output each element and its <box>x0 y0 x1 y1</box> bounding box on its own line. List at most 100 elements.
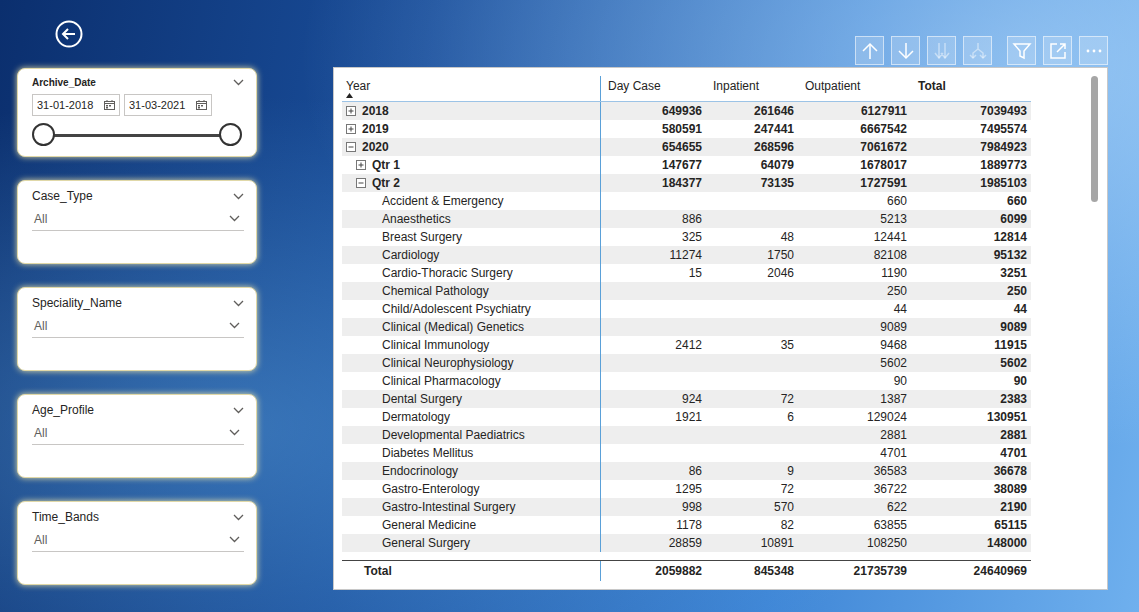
visual-toolbar <box>333 0 1108 67</box>
column-header[interactable]: Inpatient <box>706 76 798 101</box>
value-cell: 86 <box>601 462 706 480</box>
calendar-icon[interactable] <box>196 100 207 110</box>
row-label[interactable]: Qtr 2 <box>342 174 601 192</box>
chevron-down-icon[interactable] <box>233 79 244 86</box>
column-header[interactable]: Outpatient <box>798 76 911 101</box>
value-cell: 7061672 <box>798 138 911 156</box>
row-label: Diabetes Mellitus <box>342 444 601 462</box>
value-cell <box>706 282 798 300</box>
drill-up-icon <box>860 41 880 61</box>
chevron-down-icon[interactable] <box>233 193 244 200</box>
value-cell: 35 <box>706 336 798 354</box>
total-label: Total <box>342 561 601 581</box>
item-row: Cardio-Thoracic Surgery15204611903251 <box>342 264 1031 282</box>
next-level-button <box>927 36 956 65</box>
column-header[interactable]: Total <box>911 76 1031 101</box>
table-body: 2018649936261646612791170394932019580591… <box>342 102 1031 560</box>
row-label: Dermatology <box>342 408 601 426</box>
slider-track <box>43 134 231 137</box>
focus-button[interactable] <box>1043 36 1072 65</box>
value-cell <box>706 372 798 390</box>
value-cell <box>706 210 798 228</box>
item-row: Gastro-Enterology1295723672238089 <box>342 480 1031 498</box>
value-cell: 63855 <box>798 516 911 534</box>
calendar-icon[interactable] <box>104 100 115 110</box>
row-label[interactable]: Qtr 1 <box>342 156 601 174</box>
slicer-title: Archive_Date <box>32 77 96 88</box>
expand-icon[interactable] <box>356 160 366 170</box>
chevron-down-icon[interactable] <box>233 300 244 307</box>
column-header[interactable]: Year <box>342 76 601 101</box>
value-cell: 2190 <box>911 498 1031 516</box>
scrollbar[interactable] <box>1091 76 1098 581</box>
slicer-dropdown[interactable]: All <box>32 421 244 445</box>
end-date-field[interactable]: 31-03-2021 <box>124 94 212 116</box>
value-cell <box>601 444 706 462</box>
row-label[interactable]: 2020 <box>342 138 601 156</box>
value-cell <box>706 354 798 372</box>
dropdown-chevron-icon[interactable] <box>229 322 240 329</box>
back-area <box>17 0 257 68</box>
value-cell: 6099 <box>911 210 1031 228</box>
filter-button[interactable] <box>1007 36 1036 65</box>
date-inputs: 31-01-201831-03-2021 <box>32 94 244 116</box>
slicer-dropdown[interactable]: All <box>32 314 244 338</box>
collapse-icon[interactable] <box>356 178 366 188</box>
value-cell: 7495574 <box>911 120 1031 138</box>
chevron-down-icon[interactable] <box>233 514 244 521</box>
value-cell: 649936 <box>601 102 706 120</box>
value-cell: 2046 <box>706 264 798 282</box>
item-row: Dermatology19216129024130951 <box>342 408 1031 426</box>
value-cell: 82108 <box>798 246 911 264</box>
slicer-header: Case_Type <box>32 189 244 203</box>
drill-down-button[interactable] <box>891 36 920 65</box>
visual-area: YearDay CaseInpatientOutpatientTotal2018… <box>333 0 1108 612</box>
matrix-table: YearDay CaseInpatientOutpatientTotal2018… <box>342 76 1031 581</box>
value-cell: 1387 <box>798 390 911 408</box>
item-row: Developmental Paediatrics28812881 <box>342 426 1031 444</box>
slider-start-handle[interactable] <box>32 123 55 146</box>
slicer-dropdown[interactable]: All <box>32 528 244 552</box>
dropdown-chevron-icon[interactable] <box>229 536 240 543</box>
value-cell: 82 <box>706 516 798 534</box>
row-label[interactable]: 2018 <box>342 102 601 120</box>
dropdown-slicer: Age_Profile All <box>17 394 257 478</box>
chevron-down-icon[interactable] <box>233 407 244 414</box>
slicer-pane: Archive_Date 31-01-201831-03-2021 Case_Typ… <box>17 0 257 612</box>
item-row: Clinical Pharmacology9090 <box>342 372 1031 390</box>
row-label: Clinical Immunology <box>342 336 601 354</box>
value-cell: 4701 <box>798 444 911 462</box>
expand-icon[interactable] <box>346 106 356 116</box>
item-row: Gastro-Intestinal Surgery9985706222190 <box>342 498 1031 516</box>
value-cell: 325 <box>601 228 706 246</box>
row-label: Cardiology <box>342 246 601 264</box>
dropdown-chevron-icon[interactable] <box>229 215 240 222</box>
scrollbar-thumb[interactable] <box>1091 76 1098 202</box>
row-label: General Surgery <box>342 534 601 552</box>
more-button[interactable] <box>1079 36 1108 65</box>
column-header[interactable]: Day Case <box>601 76 706 101</box>
value-cell: 36678 <box>911 462 1031 480</box>
value-cell: 660 <box>798 192 911 210</box>
value-cell: 9 <box>706 462 798 480</box>
slider-end-handle[interactable] <box>219 123 242 146</box>
dropdown-chevron-icon[interactable] <box>229 429 240 436</box>
value-cell: 95132 <box>911 246 1031 264</box>
row-label[interactable]: 2019 <box>342 120 601 138</box>
drill-up-button[interactable] <box>855 36 884 65</box>
filter-icon <box>1012 41 1032 61</box>
value-cell: 1889773 <box>911 156 1031 174</box>
start-date-field[interactable]: 31-01-2018 <box>32 94 120 116</box>
date-range-slider[interactable] <box>32 122 242 148</box>
drill-down-icon <box>896 41 916 61</box>
slicer-title: Age_Profile <box>32 403 94 417</box>
collapse-icon[interactable] <box>346 142 356 152</box>
slicer-title: Case_Type <box>32 189 93 203</box>
next-level-icon <box>932 41 952 61</box>
value-cell: 12441 <box>798 228 911 246</box>
expand-icon[interactable] <box>346 124 356 134</box>
value-cell: 72 <box>706 480 798 498</box>
back-arrow-icon[interactable] <box>55 20 83 48</box>
value-cell <box>706 444 798 462</box>
slicer-dropdown[interactable]: All <box>32 207 244 231</box>
